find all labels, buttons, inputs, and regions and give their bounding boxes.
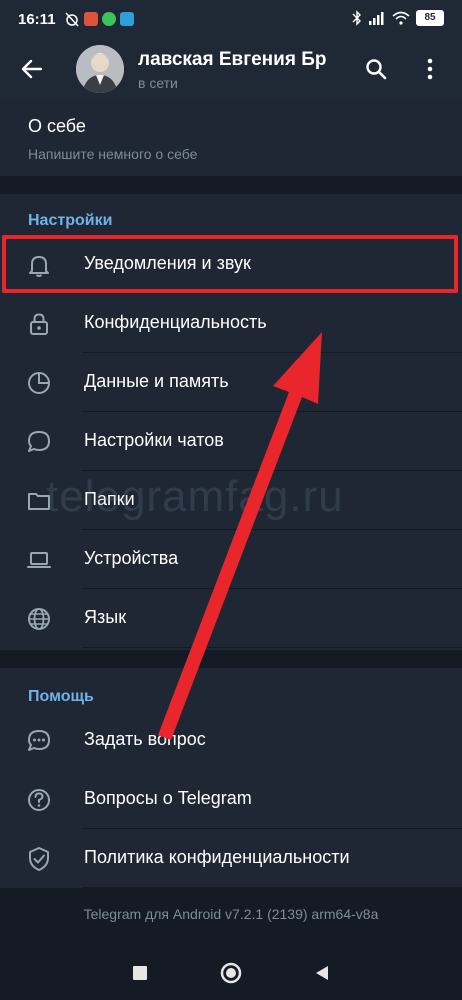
- status-bar: 16:11 85: [0, 0, 462, 38]
- whatsapp-icon: [101, 12, 116, 26]
- recents-button[interactable]: [132, 965, 148, 986]
- settings-item-label: Язык: [84, 607, 127, 627]
- signal-icon: [369, 12, 384, 25]
- notification-icons: [64, 11, 134, 27]
- help-header: Помощь: [28, 688, 94, 705]
- settings-item-folders[interactable]: Папки: [0, 471, 462, 530]
- profile-status: в сети: [138, 75, 178, 91]
- back-button[interactable]: [0, 38, 64, 100]
- question-icon: [24, 785, 54, 815]
- help-item-label: Задать вопрос: [84, 729, 206, 749]
- highlight-frame: [2, 235, 458, 293]
- battery-indicator: 85: [416, 10, 444, 26]
- app-version: Telegram для Android v7.2.1 (2139) arm64…: [83, 906, 379, 922]
- status-right: 85: [352, 10, 444, 26]
- settings-item-label: Данные и память: [84, 371, 229, 391]
- more-menu-button[interactable]: [406, 45, 454, 93]
- circle-icon: [220, 962, 242, 983]
- telegram-icon: [119, 12, 134, 26]
- about-hint: Напишите немного о себе: [28, 146, 198, 162]
- alarm-off-icon: [64, 12, 79, 27]
- avatar-photo: [76, 45, 124, 93]
- help-item-privacy-policy[interactable]: Политика конфиденциальности: [0, 829, 462, 888]
- settings-item-language[interactable]: Язык: [0, 589, 462, 648]
- section-divider: [0, 650, 462, 668]
- section-divider: [0, 176, 462, 194]
- header-actions: [352, 38, 454, 100]
- help-item-label: Вопросы о Telegram: [84, 788, 252, 808]
- settings-item-data[interactable]: Данные и память: [0, 353, 462, 412]
- shield-check-icon: [24, 844, 54, 874]
- about-section[interactable]: О себе Напишите немного о себе: [0, 100, 462, 176]
- bluetooth-icon: [352, 10, 361, 26]
- profile-header: лавская Евгения Бр в сети: [0, 38, 462, 100]
- help-item-ask[interactable]: Задать вопрос: [0, 711, 462, 770]
- chat-bubble-icon: [24, 427, 54, 457]
- square-icon: [133, 965, 147, 980]
- about-title: О себе: [28, 116, 86, 136]
- search-button[interactable]: [352, 45, 400, 93]
- triangle-back-icon: [316, 965, 328, 980]
- arrow-left-icon: [21, 59, 43, 79]
- search-icon: [366, 59, 387, 80]
- settings-item-label: Устройства: [84, 548, 179, 568]
- lock-icon: [24, 309, 54, 339]
- wifi-icon: [392, 11, 410, 25]
- help-item-faq[interactable]: Вопросы о Telegram: [0, 770, 462, 829]
- row-divider: [82, 647, 462, 648]
- globe-icon: [24, 604, 54, 634]
- system-nav-bar: [0, 950, 462, 1000]
- settings-item-label: Конфиденциальность: [84, 312, 267, 332]
- settings-header: Настройки: [28, 212, 113, 229]
- laptop-icon: [24, 545, 54, 575]
- settings-item-devices[interactable]: Устройства: [0, 530, 462, 589]
- back-nav-button[interactable]: [314, 965, 330, 986]
- settings-item-chats[interactable]: Настройки чатов: [0, 412, 462, 471]
- settings-item-privacy[interactable]: Конфиденциальность: [0, 294, 462, 353]
- folder-icon: [24, 486, 54, 516]
- home-button[interactable]: [220, 962, 242, 989]
- more-vertical-icon: [427, 58, 433, 80]
- profile-name: лавская Евгения Бр: [138, 49, 327, 70]
- status-time: 16:11: [18, 10, 56, 28]
- mail-app-icon: [83, 12, 98, 26]
- avatar[interactable]: [76, 45, 124, 93]
- settings-item-label: Папки: [84, 489, 135, 509]
- chat-dots-icon: [24, 726, 54, 756]
- profile-info: лавская Евгения Бр в сети: [138, 47, 342, 91]
- help-item-label: Политика конфиденциальности: [84, 847, 350, 867]
- settings-item-label: Настройки чатов: [84, 430, 224, 450]
- pie-chart-icon: [24, 368, 54, 398]
